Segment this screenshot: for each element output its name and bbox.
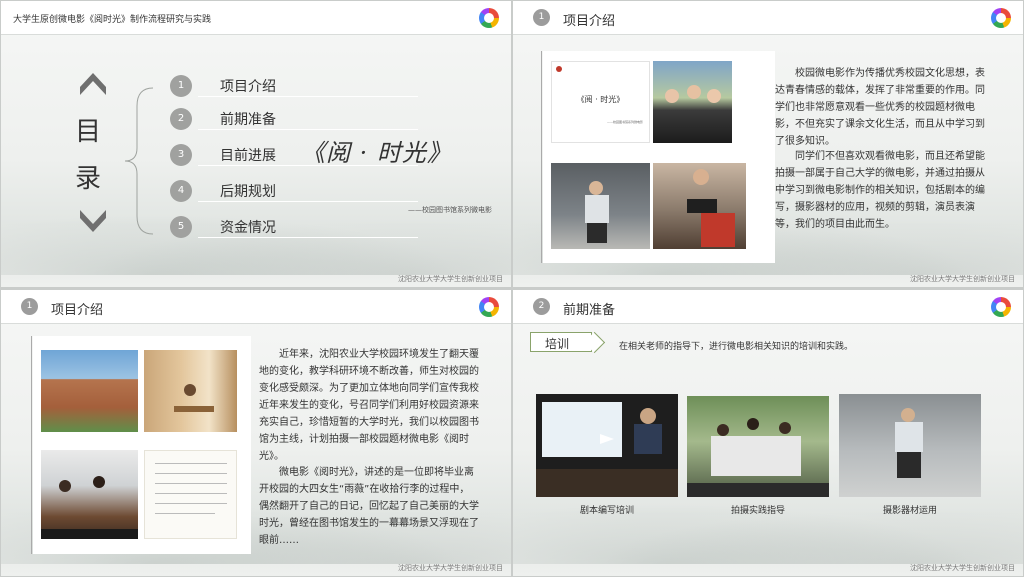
header-title: 大学生原创微电影《阅时光》制作流程研究与实践 — [13, 15, 212, 25]
footer-text: 沈阳农业大学大学生创新创业项目 — [398, 564, 503, 572]
toc-number: 2 — [170, 108, 192, 130]
training-intro: 在相关老师的指导下，进行微电影相关知识的培训和实践。 — [619, 342, 854, 352]
left-rule — [31, 336, 32, 554]
slide-preparation: 2 前期准备 培训 在相关老师的指导下，进行微电影相关知识的培训和实践。 剧本编… — [513, 290, 1023, 576]
toc-label: 目前进展 — [220, 148, 276, 164]
divider — [198, 96, 418, 97]
photo-diary-page — [144, 450, 237, 539]
footer-text: 沈阳农业大学大学生创新创业项目 — [910, 275, 1015, 283]
caption-script-training: 剧本编写培训 — [579, 506, 634, 516]
toc-label: 前期准备 — [220, 112, 276, 128]
toc-label: 后期规划 — [220, 184, 276, 200]
divider — [198, 201, 418, 202]
toc-number: 5 — [170, 216, 192, 238]
section-number: 1 — [533, 9, 550, 26]
chevron-down-icon — [80, 210, 106, 232]
toc-number: 1 — [170, 75, 192, 97]
story-paragraph-2: 微电影《阅时光》，讲述的是一位即将毕业离开校园的大四女生“雨薇”在收拾行李的过程… — [259, 467, 479, 546]
story-paragraph-1: 近年来，沈阳农业大学校园环境发生了翻天覆地的变化，教学科研环境不断改善，师生对校… — [259, 349, 479, 462]
divider — [198, 129, 418, 130]
photo-camera-team — [653, 163, 746, 249]
section-title: 项目介绍 — [51, 303, 104, 318]
poster-image: 《阅 · 时光》 ——校园图书馆系列微电影 — [551, 61, 650, 143]
header-bar: 大学生原创微电影《阅时光》制作流程研究与实践 — [1, 1, 511, 35]
photo-shooting-practice — [687, 396, 829, 497]
photo-graduates — [653, 61, 732, 143]
bracket-icon — [124, 87, 154, 235]
section-number: 1 — [21, 298, 38, 315]
toc-char-mu: 目 — [75, 117, 102, 147]
intro-paragraph-2: 同学们不但喜欢观看微电影，而且还希望能拍摄一部属于自己大学的微电影，并通过拍摄从… — [775, 151, 985, 230]
caption-equipment-use: 摄影器材运用 — [882, 506, 937, 516]
poster-subtitle: ——校园图书馆系列微电影 — [606, 120, 643, 124]
photo-equipment-use — [839, 394, 981, 497]
photo-library-building — [41, 350, 138, 432]
toc-number: 3 — [170, 144, 192, 166]
slide-intro-a: 1 项目介绍 《阅 · 时光》 ——校园图书馆系列微电影 校园微电影作为传播优秀… — [513, 1, 1023, 287]
logo-icon — [991, 8, 1011, 28]
slide-toc: 大学生原创微电影《阅时光》制作流程研究与实践 目 录 1 项目介绍 2 前期准备… — [1, 1, 511, 287]
training-tag-label: 培训 — [545, 337, 570, 351]
seal-icon — [556, 66, 562, 72]
toc-label: 资金情况 — [220, 220, 276, 236]
caption-shooting-practice: 拍摄实践指导 — [730, 506, 785, 516]
left-rule — [541, 51, 542, 263]
section-number: 2 — [533, 298, 550, 315]
section-title: 项目介绍 — [563, 14, 616, 29]
photo-library-desk — [41, 450, 138, 539]
chevron-up-icon — [80, 73, 106, 95]
logo-icon — [991, 297, 1011, 317]
footer-text: 沈阳农业大学大学生创新创业项目 — [398, 275, 503, 283]
training-tag: 培训 — [530, 332, 592, 352]
intro-paragraph-1: 校园微电影作为传播优秀校园文化思想，表达青春情感的载体，发挥了非常重要的作用。同… — [775, 68, 985, 147]
footer-text: 沈阳农业大学大学生创新创业项目 — [910, 564, 1015, 572]
logo-icon — [479, 8, 499, 28]
divider — [198, 237, 418, 238]
photo-man-crouching — [551, 163, 650, 249]
poster-title: 《阅 · 时光》 — [576, 95, 625, 104]
header-bar: 1 项目介绍 — [1, 290, 511, 324]
film-title: 《阅 · 时光》 — [301, 139, 452, 167]
header-bar: 1 项目介绍 — [513, 1, 1023, 35]
photo-script-training — [536, 394, 678, 497]
toc-label: 项目介绍 — [220, 79, 276, 95]
header-bar: 2 前期准备 — [513, 290, 1023, 324]
section-title: 前期准备 — [563, 303, 616, 318]
toc-char-lu: 录 — [75, 164, 102, 194]
slide-intro-b: 1 项目介绍 近年来，沈阳农业大学校园环境发生了翻天覆地的变化，教学科研环境不断… — [1, 290, 511, 576]
film-subtitle: ——校园图书馆系列微电影 — [408, 206, 492, 214]
photo-reading-room — [144, 350, 237, 432]
toc-number: 4 — [170, 180, 192, 202]
logo-icon — [479, 297, 499, 317]
